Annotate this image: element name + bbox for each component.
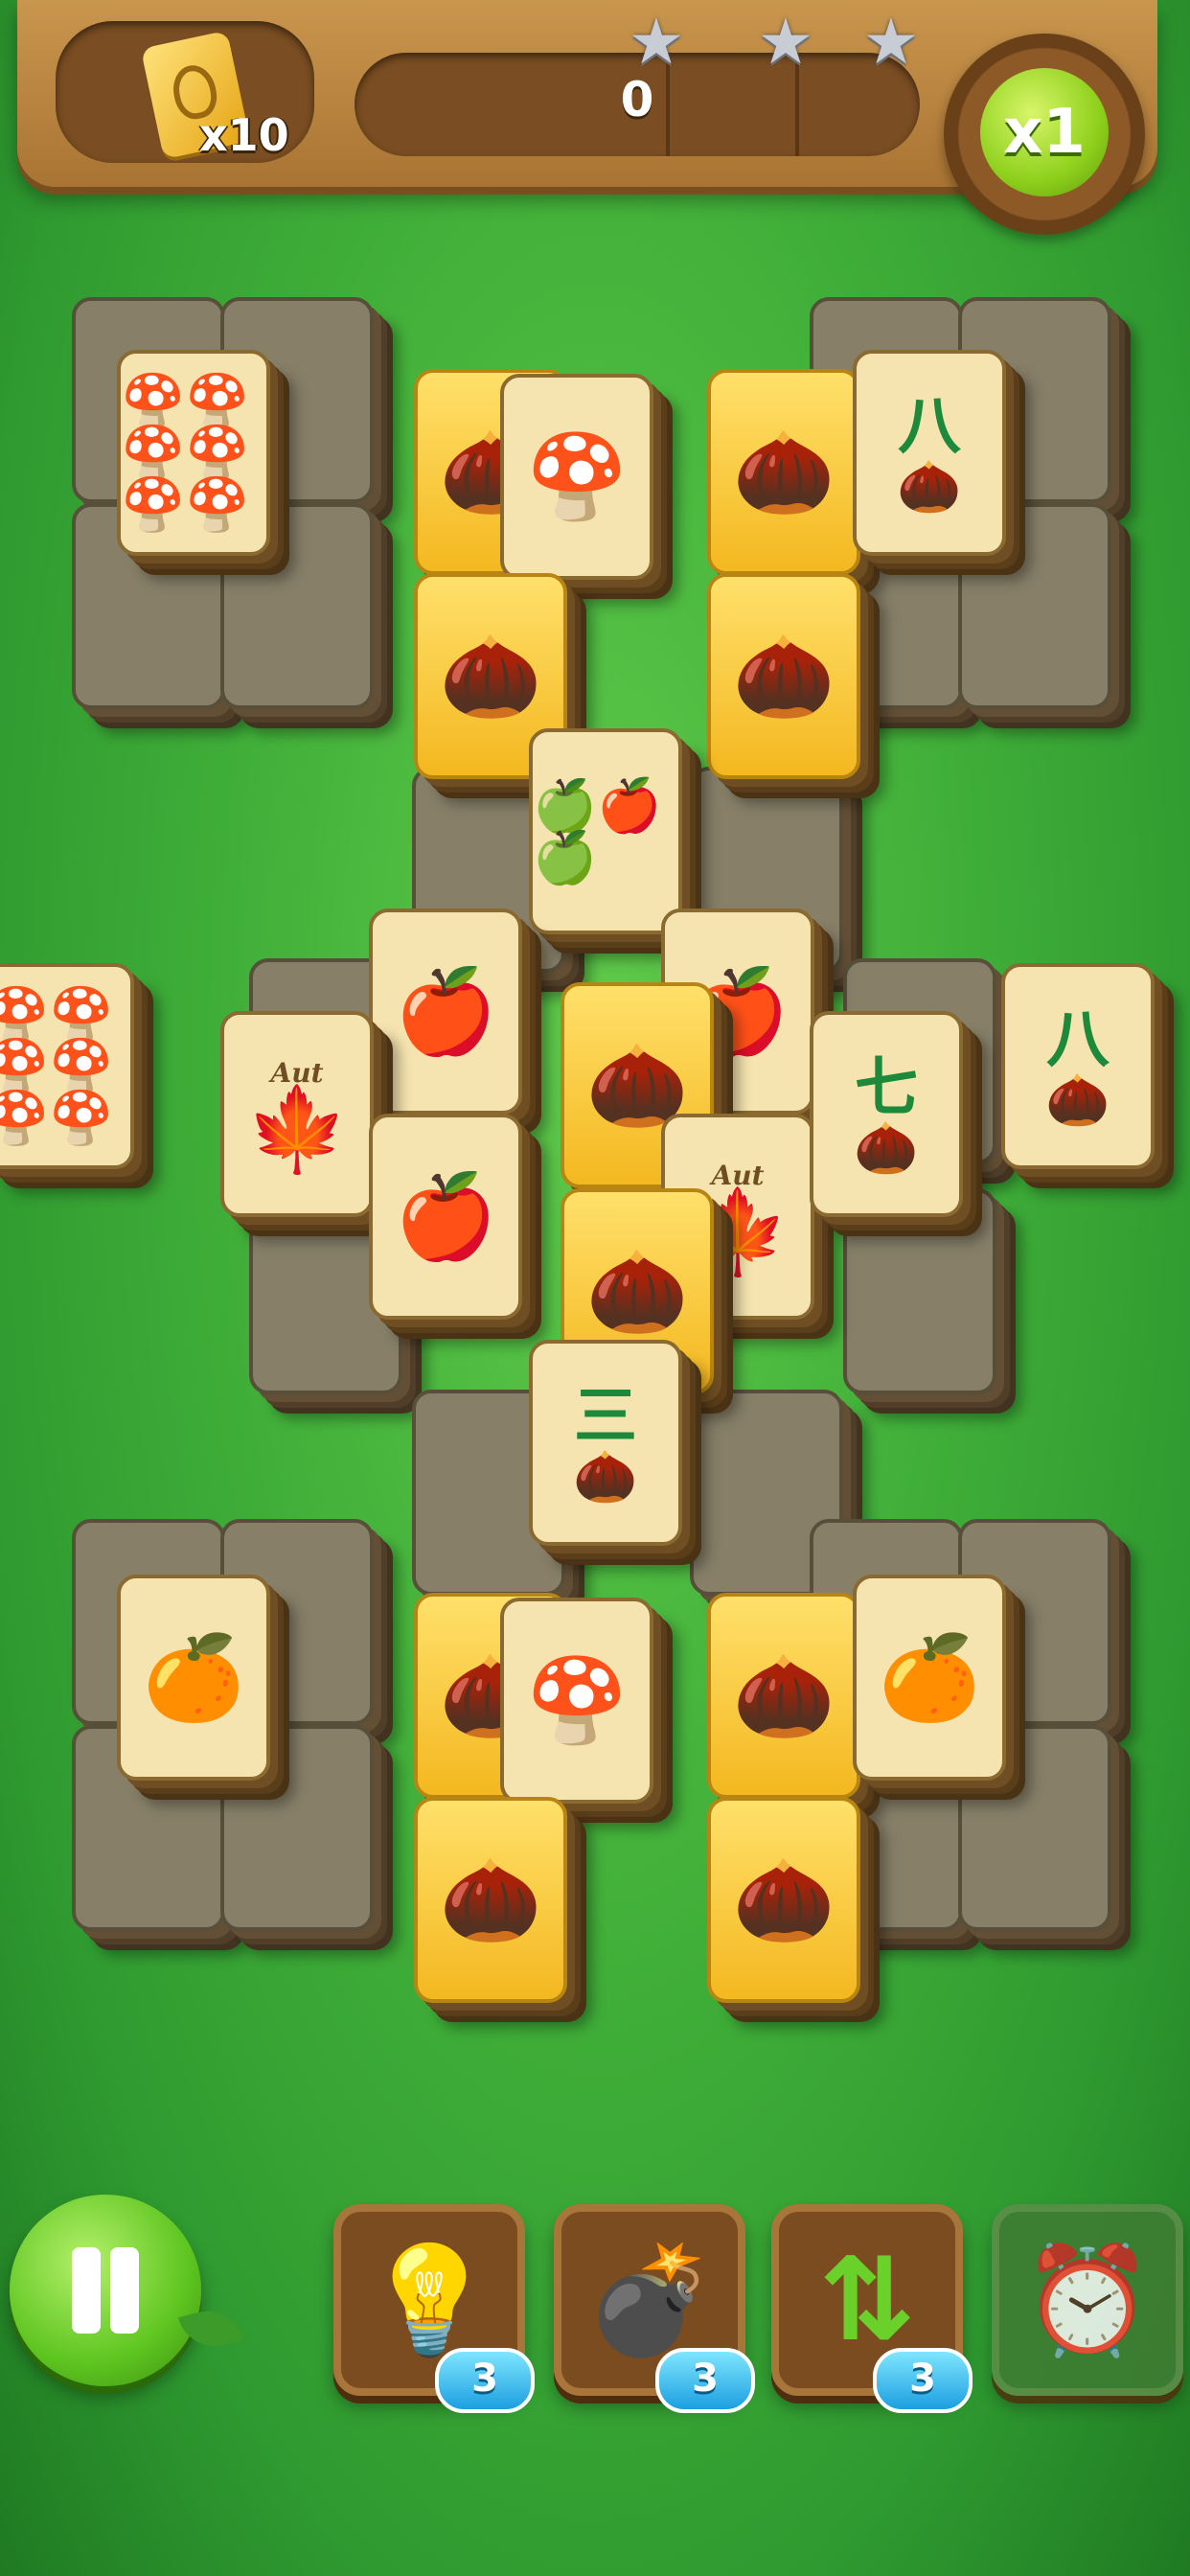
tile-acorn[interactable]: 🌰 xyxy=(707,1797,860,2003)
hint-button[interactable]: 💡 3 xyxy=(333,2204,535,2413)
character-8: 八 xyxy=(898,387,961,463)
orange-icon: 🍊 xyxy=(878,1629,981,1726)
swap-button[interactable]: ⇅ 3 xyxy=(771,2204,973,2413)
alarm-clock-icon: ⏰ xyxy=(1021,2238,1154,2361)
star-icon: ★ xyxy=(862,5,920,79)
tile-lower xyxy=(843,1188,996,1394)
lightbulb-icon: 💡 xyxy=(363,2238,495,2361)
tile-mushroom-2[interactable]: 🍄 xyxy=(500,1598,653,1804)
tile-acorn[interactable]: 🌰 xyxy=(707,1593,860,1799)
acorn-icon: 🌰 xyxy=(439,628,542,724)
acorn-icon: 🌰 xyxy=(732,1647,835,1744)
tile-apple[interactable]: 🍎 xyxy=(369,1114,522,1320)
tile-apple-3[interactable]: 🍏🍎🍏 xyxy=(529,728,682,934)
apple-icon: 🍎 xyxy=(394,963,497,1060)
apple-icon: 🍎 xyxy=(394,1168,497,1265)
tile-pinecone-8[interactable]: 八 🌰 xyxy=(853,350,1006,556)
tile-apple[interactable]: 🍎 xyxy=(369,908,522,1115)
time-freeze-button[interactable]: ⏰ xyxy=(992,2204,1183,2396)
acorn-icon: 🌰 xyxy=(585,1243,689,1340)
acorn-icon: 🌰 xyxy=(732,628,835,724)
bomb-button[interactable]: 💣 3 xyxy=(554,2204,755,2413)
acorn-icon: 🌰 xyxy=(732,424,835,520)
tile-mushroom-6[interactable]: 🍄🍄🍄🍄🍄🍄 xyxy=(0,963,134,1169)
character-7: 七 xyxy=(855,1048,918,1124)
tile-acorn[interactable]: 🌰 xyxy=(707,573,860,779)
score-value: 0 xyxy=(620,72,654,127)
star-icon: ★ xyxy=(628,5,685,79)
hint-count-badge: 3 xyxy=(435,2348,535,2413)
orange-icon: 🍊 xyxy=(142,1629,245,1726)
mushroom-icon: 🍄🍄🍄🍄🍄🍄 xyxy=(121,370,250,535)
pinecone-icon: 🌰 xyxy=(854,1116,919,1178)
mushroom-icon: 🍄 xyxy=(525,428,629,525)
coin-count: x10 xyxy=(199,109,289,161)
star-icon: ★ xyxy=(757,5,814,79)
swap-count-badge: 3 xyxy=(873,2348,973,2413)
mushroom-icon: 🍄🍄🍄🍄🍄🍄 xyxy=(0,983,114,1148)
bomb-icon: 💣 xyxy=(584,2238,716,2361)
pinecone-icon: 🌰 xyxy=(573,1445,638,1506)
tile-pinecone-7[interactable]: 七 🌰 xyxy=(810,1011,963,1217)
mushroom-icon: 🍄 xyxy=(525,1652,629,1749)
pinecone-icon: 🌰 xyxy=(1045,1069,1110,1130)
tile-pinecone-3[interactable]: 三 🌰 xyxy=(529,1340,682,1546)
acorn-icon: 🌰 xyxy=(439,1852,542,1948)
tile-maple-leaf[interactable]: Aut 🍁 xyxy=(220,1011,374,1217)
tile-orange[interactable]: 🍊 xyxy=(117,1575,270,1781)
tile-mushroom-2[interactable]: 🍄 xyxy=(500,374,653,580)
character-8: 八 xyxy=(1046,1000,1110,1076)
bomb-count-badge: 3 xyxy=(655,2348,755,2413)
acorn-icon: 🌰 xyxy=(732,1852,835,1948)
multiplier-ring: x1 xyxy=(944,34,1145,235)
tile-acorn[interactable]: 🌰 xyxy=(414,1797,567,2003)
maple-leaf-icon: 🍁 xyxy=(245,1082,349,1178)
tile-mushroom-6[interactable]: 🍄🍄🍄🍄🍄🍄 xyxy=(117,350,270,556)
pause-button[interactable] xyxy=(10,2195,201,2386)
swap-arrows-icon: ⇅ xyxy=(818,2233,916,2367)
character-3: 三 xyxy=(574,1377,637,1453)
tile-orange[interactable]: 🍊 xyxy=(853,1575,1006,1781)
apple-icon: 🍏🍎🍏 xyxy=(533,774,662,887)
multiplier-badge: x1 xyxy=(980,68,1109,196)
coin-counter: x10 xyxy=(56,21,314,163)
tile-acorn[interactable]: 🌰 xyxy=(707,369,860,575)
pinecone-icon: 🌰 xyxy=(897,455,962,517)
tile-pinecone-8[interactable]: 八 🌰 xyxy=(1001,963,1155,1169)
